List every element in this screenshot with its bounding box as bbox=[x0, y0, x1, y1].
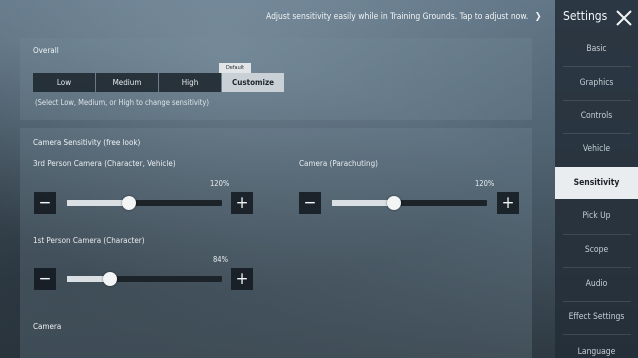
camera-free-look-title: Camera Sensitivity (free look) bbox=[33, 138, 141, 147]
minus-icon: − bbox=[38, 268, 52, 289]
slider-value-parachuting: 120% bbox=[475, 179, 495, 188]
slider-track-1st-person[interactable] bbox=[67, 272, 222, 286]
slider-label-3rd-person: 3rd Person Camera (Character, Vehicle) bbox=[33, 159, 176, 168]
chevron-right-icon: ❯ bbox=[534, 12, 542, 22]
slider-track-parachuting[interactable] bbox=[332, 196, 487, 210]
slider-thumb[interactable] bbox=[387, 196, 401, 210]
plus-icon: + bbox=[235, 268, 249, 289]
overall-note: (Select Low, Medium, or High to change s… bbox=[35, 98, 210, 107]
decrease-parachuting-button[interactable]: − bbox=[299, 192, 321, 214]
sidebar-item-vehicle[interactable]: Vehicle bbox=[555, 133, 638, 165]
slider-fill bbox=[332, 200, 394, 206]
overall-preset-selector: Low Medium High Customize bbox=[33, 73, 285, 92]
plus-icon: + bbox=[501, 192, 515, 213]
slider-label-1st-person: 1st Person Camera (Character) bbox=[33, 236, 145, 245]
preset-low-button[interactable]: Low bbox=[33, 73, 95, 92]
minus-icon: − bbox=[38, 192, 52, 213]
increase-3rd-person-button[interactable]: + bbox=[231, 192, 253, 214]
default-tag: Default bbox=[219, 63, 251, 73]
slider-label-parachuting: Camera (Parachuting) bbox=[299, 159, 378, 168]
close-icon[interactable] bbox=[614, 8, 634, 28]
preset-high-button[interactable]: High bbox=[159, 73, 221, 92]
sidebar-item-basic[interactable]: Basic bbox=[555, 33, 638, 65]
sidebar-item-pick-up[interactable]: Pick Up bbox=[555, 200, 638, 232]
slider-thumb[interactable] bbox=[122, 196, 136, 210]
decrease-3rd-person-button[interactable]: − bbox=[34, 192, 56, 214]
slider-value-3rd-person: 120% bbox=[210, 179, 230, 188]
sidebar-item-scope[interactable]: Scope bbox=[555, 234, 638, 266]
sidebar-item-effect-settings[interactable]: Effect Settings bbox=[555, 301, 638, 333]
plus-icon: + bbox=[235, 192, 249, 213]
increase-parachuting-button[interactable]: + bbox=[497, 192, 519, 214]
sidebar-item-audio[interactable]: Audio bbox=[555, 268, 638, 300]
camera-section-title: Camera bbox=[33, 322, 62, 331]
slider-fill bbox=[67, 200, 129, 206]
hint-text: Adjust sensitivity easily while in Train… bbox=[266, 12, 529, 22]
decrease-1st-person-button[interactable]: − bbox=[34, 268, 56, 290]
sidebar-item-sensitivity[interactable]: Sensitivity bbox=[555, 167, 638, 199]
sidebar-item-language[interactable]: Language bbox=[555, 335, 638, 358]
overall-title: Overall bbox=[33, 46, 59, 55]
training-grounds-hint[interactable]: Adjust sensitivity easily while in Train… bbox=[266, 12, 542, 22]
sidebar-item-controls[interactable]: Controls bbox=[555, 100, 638, 132]
preset-medium-button[interactable]: Medium bbox=[96, 73, 158, 92]
preset-customize-button[interactable]: Customize bbox=[222, 73, 284, 92]
sidebar-item-graphics[interactable]: Graphics bbox=[555, 67, 638, 99]
slider-track-3rd-person[interactable] bbox=[67, 196, 222, 210]
minus-icon: − bbox=[303, 192, 317, 213]
settings-title: Settings bbox=[563, 9, 608, 23]
slider-value-1st-person: 84% bbox=[213, 255, 228, 264]
increase-1st-person-button[interactable]: + bbox=[231, 268, 253, 290]
